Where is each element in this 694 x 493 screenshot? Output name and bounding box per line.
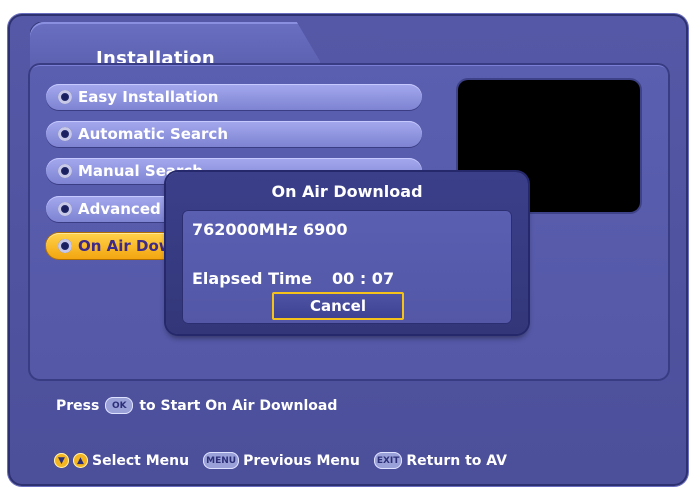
bullet-icon bbox=[58, 90, 72, 104]
menu-item-automatic-search[interactable]: Automatic Search bbox=[46, 121, 422, 147]
select-menu-label: Select Menu bbox=[92, 452, 190, 469]
return-av-label: Return to AV bbox=[406, 452, 507, 469]
elapsed-time-value: 00 : 07 bbox=[332, 269, 395, 288]
arrow-down-icon: ▼ bbox=[54, 453, 69, 468]
previous-menu-legend: MENU Previous Menu bbox=[203, 452, 360, 469]
exit-key-icon: EXIT bbox=[373, 452, 403, 469]
menu-item-easy-installation[interactable]: Easy Installation bbox=[46, 84, 422, 110]
elapsed-time-label: Elapsed Time bbox=[192, 269, 312, 288]
hint-suffix: to Start On Air Download bbox=[139, 397, 338, 414]
cancel-button[interactable]: Cancel bbox=[272, 292, 404, 320]
hint-prefix: Press bbox=[56, 397, 100, 414]
return-av-legend: EXIT Return to AV bbox=[373, 452, 507, 469]
bullet-icon bbox=[58, 127, 72, 141]
menu-item-label: Automatic Search bbox=[78, 125, 229, 143]
bullet-icon bbox=[58, 164, 72, 178]
frequency-text: 762000MHz 6900 bbox=[192, 220, 348, 239]
bullet-icon bbox=[58, 202, 72, 216]
menu-item-label: Advanced bbox=[78, 200, 161, 218]
footer-legend: ▼ ▲ Select Menu MENU Previous Menu EXIT … bbox=[54, 452, 521, 469]
select-menu-legend: ▼ ▲ Select Menu bbox=[54, 453, 189, 469]
on-air-download-dialog: On Air Download 762000MHz 6900 Elapsed T… bbox=[166, 172, 528, 334]
bullet-icon bbox=[58, 239, 72, 253]
menu-key-icon: MENU bbox=[203, 452, 240, 469]
arrow-up-icon: ▲ bbox=[73, 453, 88, 468]
ok-key-icon: OK bbox=[105, 397, 134, 414]
instruction-hint: Press OK to Start On Air Download bbox=[56, 397, 337, 414]
dialog-title: On Air Download bbox=[271, 182, 423, 201]
previous-menu-label: Previous Menu bbox=[243, 452, 360, 469]
menu-item-label: Easy Installation bbox=[78, 88, 219, 106]
